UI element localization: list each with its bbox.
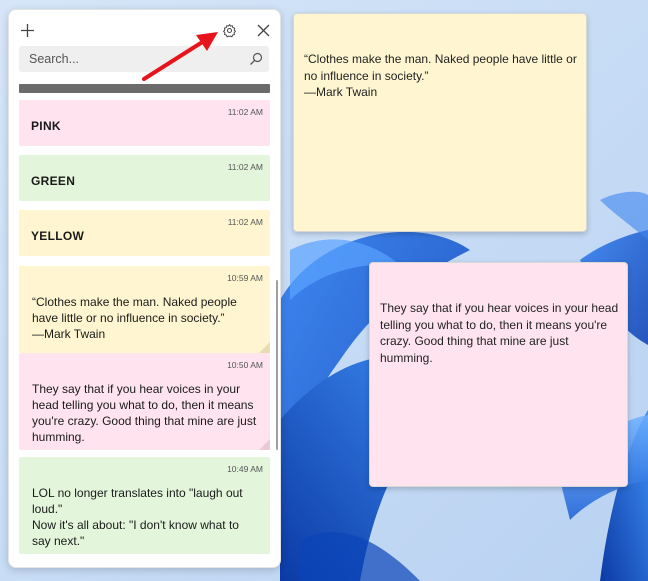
note-time: 10:50 AM [227,360,263,370]
note-title: YELLOW [31,229,85,243]
note-body: LOL no longer translates into "laugh out… [32,485,260,549]
note-time: 10:59 AM [227,273,263,283]
note-line: humming. [380,350,433,365]
plus-icon [20,23,34,37]
note-item-yellow[interactable]: 11:02 AM YELLOW [19,210,270,256]
note-line: “Clothes make the man. Naked people [32,295,237,309]
note-body: “Clothes make the man. Naked people have… [32,294,260,342]
sticky-note-text[interactable]: “Clothes make the man. Naked people have… [304,51,579,101]
note-line: have little or no influence in society.” [32,311,225,325]
note-item-pink[interactable]: 11:02 AM PINK [19,100,270,146]
note-item-quote[interactable]: 10:59 AM “Clothes make the man. Naked pe… [19,266,270,353]
annotation-arrow [142,32,218,81]
close-icon [257,24,269,36]
close-button[interactable] [251,18,275,42]
note-line: humming. [32,430,85,444]
note-time: 10:49 AM [227,464,263,474]
note-line: LOL no longer translates into "laugh out [32,486,243,500]
note-title: PINK [31,119,61,133]
note-line: They say that if you hear voices in your [32,382,241,396]
note-time: 11:02 AM [227,107,263,117]
notes-list-window: 11:02 AM PINK 11:02 AM GREEN 11:02 AM YE… [8,9,281,568]
note-time: 11:02 AM [227,162,263,172]
sticky-note-text[interactable]: They say that if you hear voices in your… [380,300,622,366]
note-item-lol[interactable]: 10:49 AM LOL no longer translates into "… [19,457,270,554]
note-line: crazy. Good thing that mine are just [380,334,569,348]
note-item-green[interactable]: 11:02 AM GREEN [19,155,270,201]
note-line: say next." [32,534,85,548]
note-line: —Mark Twain [304,85,378,99]
note-line: Now it's all about: "I don't know what t… [32,518,239,532]
note-fold-corner [259,439,270,450]
note-line: They say that if you hear voices in your… [380,301,619,315]
note-body: They say that if you hear voices in your… [32,381,260,445]
note-line: “Clothes make the man. Naked people have… [304,52,577,66]
sticky-note-yellow[interactable]: “Clothes make the man. Naked people have… [293,13,587,232]
note-time: 11:02 AM [227,217,263,227]
list-scrollbar[interactable] [276,280,278,450]
search-icon[interactable] [249,52,263,66]
note-item-voices[interactable]: 10:50 AM They say that if you hear voice… [19,353,270,450]
note-line: loud." [32,502,63,516]
note-fold-corner [259,342,270,353]
note-line: you're crazy. Good thing that mine are j… [32,414,257,428]
note-line: head telling you what to do, then it mea… [32,398,254,412]
sticky-note-pink[interactable]: They say that if you hear voices in your… [369,262,628,487]
note-line: telling you what to do, then it means yo… [380,317,608,332]
note-line: no influence in society.” [304,68,429,83]
note-line: —Mark Twain [32,327,106,341]
new-note-button[interactable] [15,18,39,42]
note-title: GREEN [31,174,76,188]
